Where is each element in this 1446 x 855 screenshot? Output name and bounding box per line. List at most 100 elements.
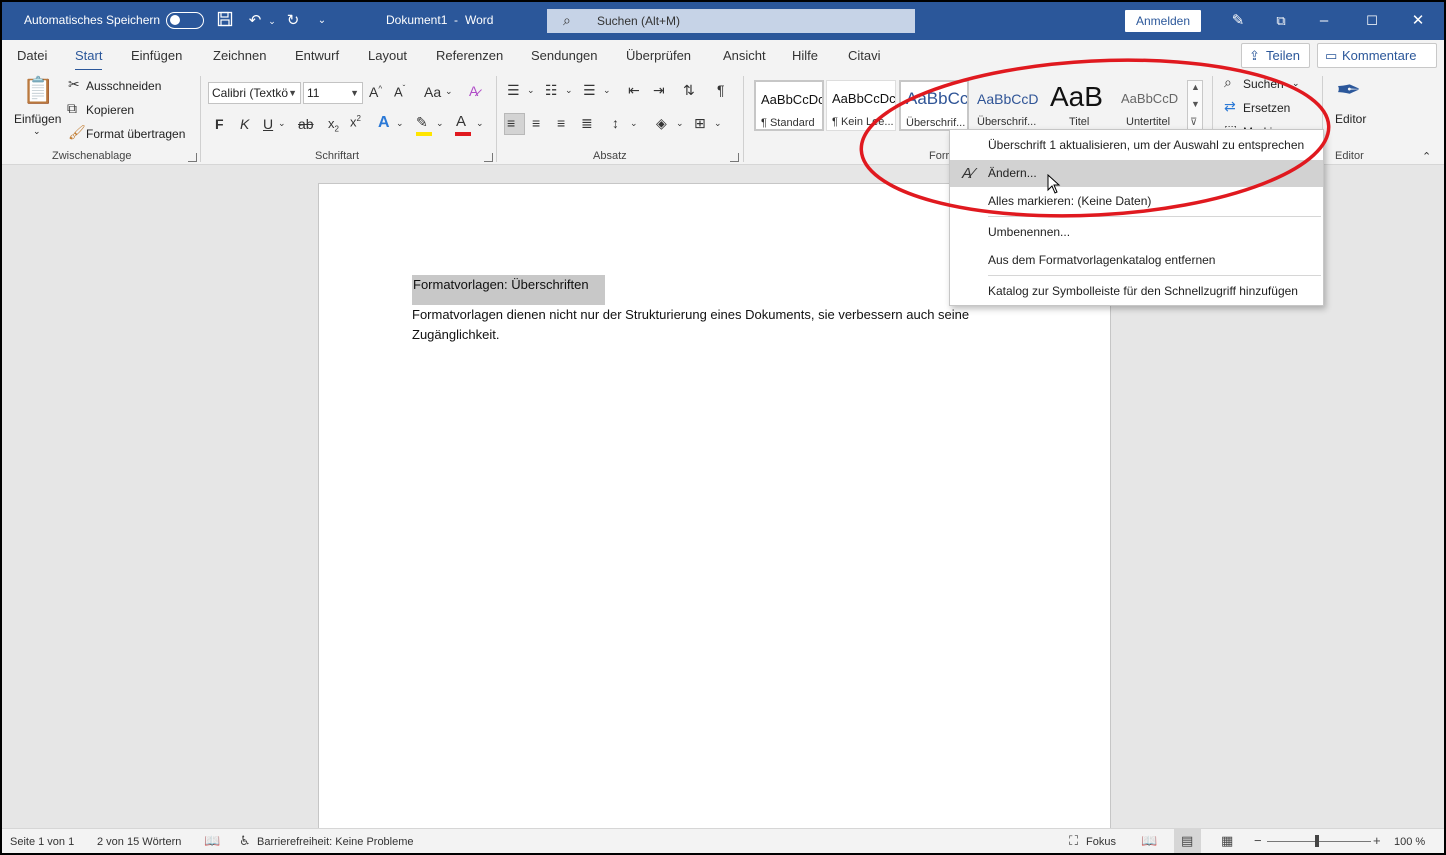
increase-indent-icon[interactable]: ⇥ — [653, 82, 665, 99]
close-icon[interactable]: ✕ — [1408, 11, 1428, 31]
search-box[interactable]: ⌕ Suchen (Alt+M) — [547, 9, 915, 33]
font-color-icon[interactable]: A — [456, 113, 466, 130]
shading-icon[interactable]: ◈ — [656, 115, 667, 132]
find-icon[interactable]: ⌕ — [1224, 74, 1232, 91]
copy-label[interactable]: Kopieren — [86, 103, 134, 117]
clipboard-launcher-icon[interactable] — [188, 153, 197, 162]
paste-label[interactable]: Einfügen — [14, 112, 61, 126]
zoom-slider-track[interactable] — [1267, 841, 1371, 842]
font-launcher-icon[interactable] — [484, 153, 493, 162]
paste-icon[interactable]: 📋 — [22, 75, 54, 106]
sort-icon[interactable]: ⇅ — [683, 82, 695, 99]
chevron-down-icon[interactable]: ⌄ — [527, 85, 535, 96]
menu-item-rename[interactable]: Umbenennen... — [950, 219, 1323, 246]
chevron-down-icon[interactable]: ⌄ — [445, 86, 453, 97]
save-icon[interactable] — [215, 11, 235, 31]
zoom-level[interactable]: 100 % — [1394, 836, 1425, 848]
font-size-combo[interactable]: 11 ▼ — [303, 82, 363, 104]
paragraph-launcher-icon[interactable] — [730, 153, 739, 162]
chevron-down-icon[interactable]: ⌄ — [396, 118, 404, 129]
format-painter-label[interactable]: Format übertragen — [86, 127, 185, 141]
tab-entwurf[interactable]: Entwurf — [295, 48, 339, 63]
cut-icon[interactable]: ✂ — [68, 76, 80, 93]
menu-item-select-all[interactable]: Alles markieren: (Keine Daten) — [950, 188, 1323, 215]
ribbon-display-icon[interactable]: ⧉ — [1271, 11, 1291, 31]
multilevel-list-icon[interactable]: ☰ — [583, 82, 596, 99]
highlight-icon[interactable]: ✎ — [416, 114, 428, 131]
read-mode-icon[interactable]: 📖 — [1141, 833, 1157, 849]
menu-item-update-style[interactable]: Überschrift 1 aktualisieren, um der Ausw… — [950, 132, 1323, 159]
chevron-down-icon[interactable]: ▼ — [1191, 99, 1200, 109]
tab-einfuegen[interactable]: Einfügen — [131, 48, 182, 63]
paste-dropdown-icon[interactable]: ⌄ — [33, 126, 41, 137]
style-titel[interactable]: AaB Titel — [1043, 80, 1113, 131]
change-case-icon[interactable]: Aa — [424, 84, 441, 100]
word-count[interactable]: 2 von 15 Wörtern — [97, 836, 181, 848]
shrink-font-icon[interactable]: Aˇ — [394, 84, 405, 99]
menu-item-modify[interactable]: A⁄ Ändern... — [950, 160, 1323, 187]
font-name-combo[interactable]: Calibri (Textkö ▼ — [208, 82, 301, 104]
proofing-icon[interactable]: 📖 — [204, 833, 220, 849]
align-center-icon[interactable]: ≡ — [532, 115, 540, 131]
line-spacing-icon[interactable]: ↕ — [612, 115, 619, 131]
italic-button[interactable]: K — [240, 116, 249, 132]
body-paragraph[interactable]: Formatvorlagen dienen nicht nur der Stru… — [412, 305, 1012, 345]
focus-icon[interactable]: ⛶ — [1069, 833, 1078, 849]
tab-layout[interactable]: Layout — [368, 48, 407, 63]
numbering-icon[interactable]: ☷ — [545, 82, 558, 99]
style-standard[interactable]: AaBbCcDc ¶ Standard — [754, 80, 824, 131]
tab-referenzen[interactable]: Referenzen — [436, 48, 503, 63]
editor-icon[interactable]: ✒ — [1336, 73, 1361, 108]
style-kein-leerraum[interactable]: AaBbCcDc ¶ Kein Lee... — [826, 80, 896, 131]
format-painter-icon[interactable]: 🖌 — [68, 124, 86, 141]
chevron-down-icon[interactable]: ⌄ — [676, 118, 684, 129]
tab-hilfe[interactable]: Hilfe — [792, 48, 818, 63]
accessibility-status[interactable]: Barrierefreiheit: Keine Probleme — [257, 836, 414, 848]
minimize-icon[interactable]: – — [1314, 11, 1334, 31]
chevron-down-icon[interactable]: ⌄ — [714, 118, 722, 129]
style-ueberschrift-1[interactable]: AaBbCc Überschrif... — [899, 80, 969, 131]
text-effects-icon[interactable]: A — [378, 114, 390, 132]
replace-icon[interactable]: ⇄ — [1224, 98, 1236, 115]
maximize-icon[interactable]: ☐ — [1362, 11, 1382, 31]
tab-citavi[interactable]: Citavi — [848, 48, 881, 63]
decrease-indent-icon[interactable]: ⇤ — [628, 82, 640, 99]
tab-ansicht[interactable]: Ansicht — [723, 48, 766, 63]
undo-dropdown-icon[interactable]: ⌄ — [262, 11, 282, 31]
borders-icon[interactable]: ⊞ — [694, 115, 706, 132]
chevron-up-icon[interactable]: ▲ — [1191, 82, 1200, 92]
chevron-down-icon[interactable]: ⌄ — [476, 118, 484, 129]
page-count[interactable]: Seite 1 von 1 — [10, 836, 74, 848]
align-right-icon[interactable]: ≡ — [557, 115, 565, 131]
accessibility-icon[interactable]: ♿ — [239, 833, 251, 849]
zoom-out-icon[interactable]: − — [1254, 833, 1262, 848]
find-label[interactable]: Suchen — [1243, 77, 1284, 91]
superscript-icon[interactable]: x2 — [350, 114, 361, 129]
comments-button[interactable]: ▭ Kommentare — [1317, 43, 1437, 68]
underline-button[interactable]: U — [263, 116, 273, 132]
tab-start[interactable]: Start — [75, 48, 103, 72]
bullets-icon[interactable]: ☰ — [507, 82, 520, 99]
copy-icon[interactable]: ⧉ — [67, 100, 77, 117]
editor-label[interactable]: Editor — [1335, 112, 1366, 126]
focus-label[interactable]: Fokus — [1086, 836, 1116, 848]
chevron-down-icon[interactable]: ⌄ — [1292, 78, 1300, 89]
autosave-toggle[interactable] — [166, 12, 204, 29]
bold-button[interactable]: F — [215, 116, 224, 132]
zoom-in-icon[interactable]: + — [1373, 833, 1381, 848]
cut-label[interactable]: Ausschneiden — [86, 79, 161, 93]
redo-icon[interactable]: ↻ — [283, 11, 303, 31]
customize-qat-icon[interactable]: ⌄ — [312, 11, 332, 31]
show-formatting-icon[interactable]: ¶ — [717, 82, 725, 98]
style-ueberschrift-2[interactable]: AaBbCcD Überschrif... — [971, 80, 1041, 131]
chevron-down-icon[interactable]: ⌄ — [603, 85, 611, 96]
chevron-down-icon[interactable]: ⌄ — [436, 118, 444, 129]
share-button[interactable]: ⇪ Teilen — [1241, 43, 1310, 68]
grow-font-icon[interactable]: A^ — [369, 84, 382, 100]
styles-gallery-scroll[interactable]: ▲ ▼ ⊽ — [1187, 80, 1203, 132]
style-untertitel[interactable]: AaBbCcD Untertitel — [1115, 80, 1185, 131]
justify-icon[interactable]: ≣ — [581, 115, 593, 132]
tab-datei[interactable]: Datei — [17, 48, 47, 63]
tab-zeichnen[interactable]: Zeichnen — [213, 48, 266, 63]
clear-formatting-icon[interactable]: A̷ — [469, 83, 478, 99]
